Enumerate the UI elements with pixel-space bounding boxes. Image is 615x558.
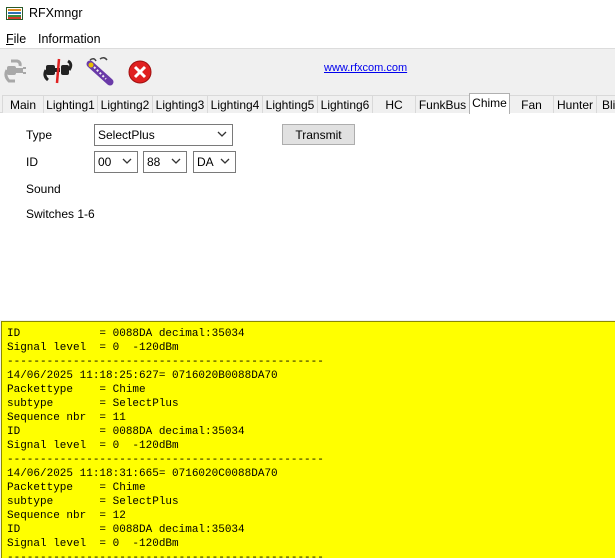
log-line: ----------------------------------------… xyxy=(7,356,324,368)
log-line: Sequence nbr = 11 xyxy=(7,412,126,424)
transmit-button[interactable]: Transmit xyxy=(282,124,355,145)
id-byte3-value: DA xyxy=(197,155,214,169)
id-byte2-select[interactable]: 88 xyxy=(143,151,187,173)
tab-hc[interactable]: HC xyxy=(372,95,416,113)
close-red-x-icon[interactable] xyxy=(126,56,156,86)
message-log[interactable]: ID = 0088DA decimal:35034 Signal level =… xyxy=(1,321,615,558)
rfxcom-app-icon xyxy=(6,7,23,20)
id-label: ID xyxy=(26,155,38,169)
log-line: 14/06/2025 11:18:31:665= 0716020C0088DA7… xyxy=(7,468,278,480)
title-bar: RFXmngr xyxy=(0,0,615,29)
rfxcom-website-link[interactable]: www.rfxcom.com xyxy=(324,62,407,74)
window-title: RFXmngr xyxy=(29,6,83,20)
tab-lighting3[interactable]: Lighting3 xyxy=(152,95,208,113)
receiver-wand-icon[interactable] xyxy=(84,56,114,86)
tab-fan[interactable]: Fan xyxy=(509,95,554,113)
id-byte1-value: 00 xyxy=(98,155,112,169)
sound-label: Sound xyxy=(26,182,61,196)
tab-blinds[interactable]: Blin xyxy=(596,95,615,113)
log-line: Signal level = 0 -120dBm xyxy=(7,342,179,354)
tab-lighting6[interactable]: Lighting6 xyxy=(317,95,373,113)
log-line: Packettype = Chime xyxy=(7,384,146,396)
log-line: 14/06/2025 11:18:25:627= 0716020B0088DA7… xyxy=(7,370,278,382)
tab-funkbus[interactable]: FunkBus xyxy=(415,95,470,113)
type-select[interactable]: SelectPlus xyxy=(94,124,233,146)
type-label: Type xyxy=(26,128,53,142)
tab-strip: Main Lighting1 Lighting2 Lighting3 Light… xyxy=(0,93,615,114)
type-select-value: SelectPlus xyxy=(98,128,155,142)
log-line: Packettype = Chime xyxy=(7,482,146,494)
chevron-down-icon xyxy=(217,131,227,137)
tab-chime[interactable]: Chime xyxy=(469,93,510,114)
log-line: subtype = SelectPlus xyxy=(7,496,179,508)
log-line: ----------------------------------------… xyxy=(7,454,324,466)
switches-label: Switches 1-6 xyxy=(26,207,95,221)
chevron-down-icon xyxy=(220,158,230,164)
menu-information[interactable]: Information xyxy=(38,32,101,46)
log-line: ID = 0088DA decimal:35034 xyxy=(7,426,245,438)
log-line: ----------------------------------------… xyxy=(7,552,324,558)
menu-bar: File Information xyxy=(0,29,615,49)
id-byte3-select[interactable]: DA xyxy=(193,151,236,173)
disconnect-icon[interactable] xyxy=(43,56,73,86)
id-byte1-select[interactable]: 00 xyxy=(94,151,138,173)
tab-lighting2[interactable]: Lighting2 xyxy=(97,95,153,113)
tab-lighting1[interactable]: Lighting1 xyxy=(43,95,98,113)
tab-main[interactable]: Main xyxy=(2,95,44,113)
log-line: subtype = SelectPlus xyxy=(7,398,179,410)
toolbar xyxy=(0,50,615,92)
id-byte2-value: 88 xyxy=(147,155,161,169)
tab-hunter[interactable]: Hunter xyxy=(553,95,597,113)
log-line: Signal level = 0 -120dBm xyxy=(7,440,179,452)
log-line: ID = 0088DA decimal:35034 xyxy=(7,524,245,536)
connect-plug-icon[interactable] xyxy=(3,56,33,86)
log-line: Signal level = 0 -120dBm xyxy=(7,538,179,550)
tab-lighting4[interactable]: Lighting4 xyxy=(207,95,263,113)
menu-file[interactable]: File xyxy=(6,32,26,46)
log-line: ID = 0088DA decimal:35034 xyxy=(7,328,245,340)
chevron-down-icon xyxy=(171,158,181,164)
chevron-down-icon xyxy=(122,158,132,164)
tab-lighting5[interactable]: Lighting5 xyxy=(262,95,318,113)
log-line: Sequence nbr = 12 xyxy=(7,510,126,522)
